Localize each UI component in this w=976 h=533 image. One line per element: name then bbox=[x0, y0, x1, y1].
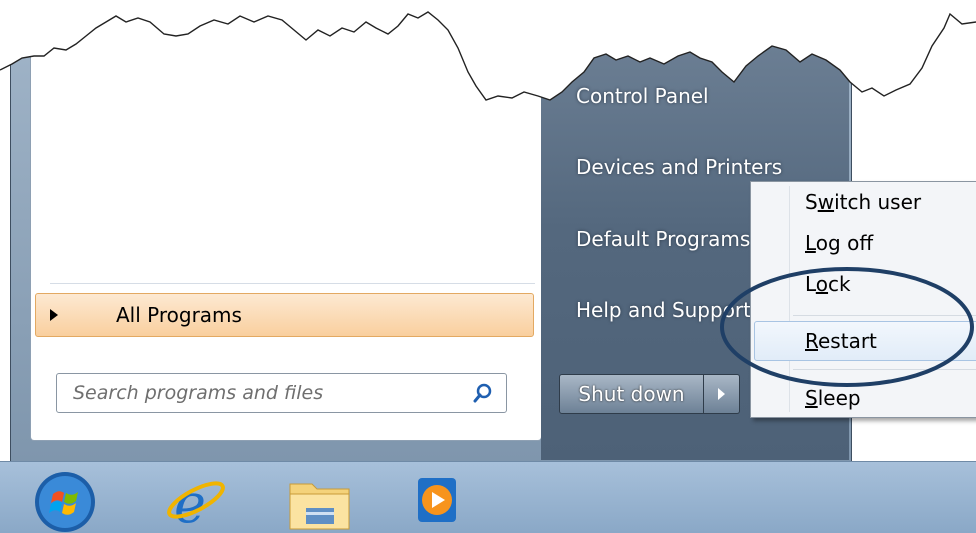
devices-and-printers-item[interactable]: Devices and Printers bbox=[576, 155, 782, 179]
shutdown-context-menu: Switch user Log off Lock Restart Sleep bbox=[750, 181, 976, 418]
all-programs-button[interactable]: All Programs bbox=[35, 293, 534, 337]
windows-explorer-icon[interactable] bbox=[284, 466, 356, 532]
menu-gutter bbox=[789, 186, 790, 412]
svg-text:e: e bbox=[174, 472, 206, 532]
help-and-support-item[interactable]: Help and Support bbox=[576, 298, 751, 322]
accelerator-key: o bbox=[815, 272, 829, 296]
chevron-right-icon bbox=[718, 388, 725, 400]
menu-item-switch-user[interactable]: Switch user bbox=[805, 190, 921, 214]
accelerator-key: L bbox=[805, 231, 816, 255]
control-panel-item[interactable]: Control Panel bbox=[576, 84, 709, 108]
shutdown-options-button[interactable] bbox=[704, 374, 740, 414]
internet-explorer-icon[interactable]: e bbox=[160, 466, 230, 532]
menu-separator bbox=[793, 315, 976, 316]
shutdown-button[interactable]: Shut down bbox=[559, 374, 704, 414]
all-programs-label: All Programs bbox=[116, 303, 242, 327]
left-pane-divider bbox=[50, 283, 535, 284]
menu-separator bbox=[793, 369, 976, 370]
accelerator-key: R bbox=[805, 329, 818, 353]
media-player-icon[interactable] bbox=[412, 466, 468, 532]
search-icon[interactable] bbox=[472, 382, 494, 404]
search-input[interactable] bbox=[71, 381, 465, 405]
menu-item-log-off[interactable]: Log off bbox=[805, 231, 873, 255]
menu-item-lock[interactable]: Lock bbox=[805, 272, 851, 296]
menu-item-sleep[interactable]: Sleep bbox=[805, 386, 861, 410]
shutdown-group: Shut down bbox=[559, 374, 740, 414]
accelerator-key: w bbox=[817, 190, 835, 214]
menu-item-restart[interactable]: Restart bbox=[805, 329, 877, 353]
start-orb-icon[interactable] bbox=[28, 466, 102, 532]
expand-arrow-icon bbox=[50, 309, 58, 321]
accelerator-key: S bbox=[805, 386, 818, 410]
taskbar: e bbox=[0, 461, 976, 533]
default-programs-item[interactable]: Default Programs bbox=[576, 227, 750, 251]
search-box[interactable] bbox=[56, 373, 507, 413]
